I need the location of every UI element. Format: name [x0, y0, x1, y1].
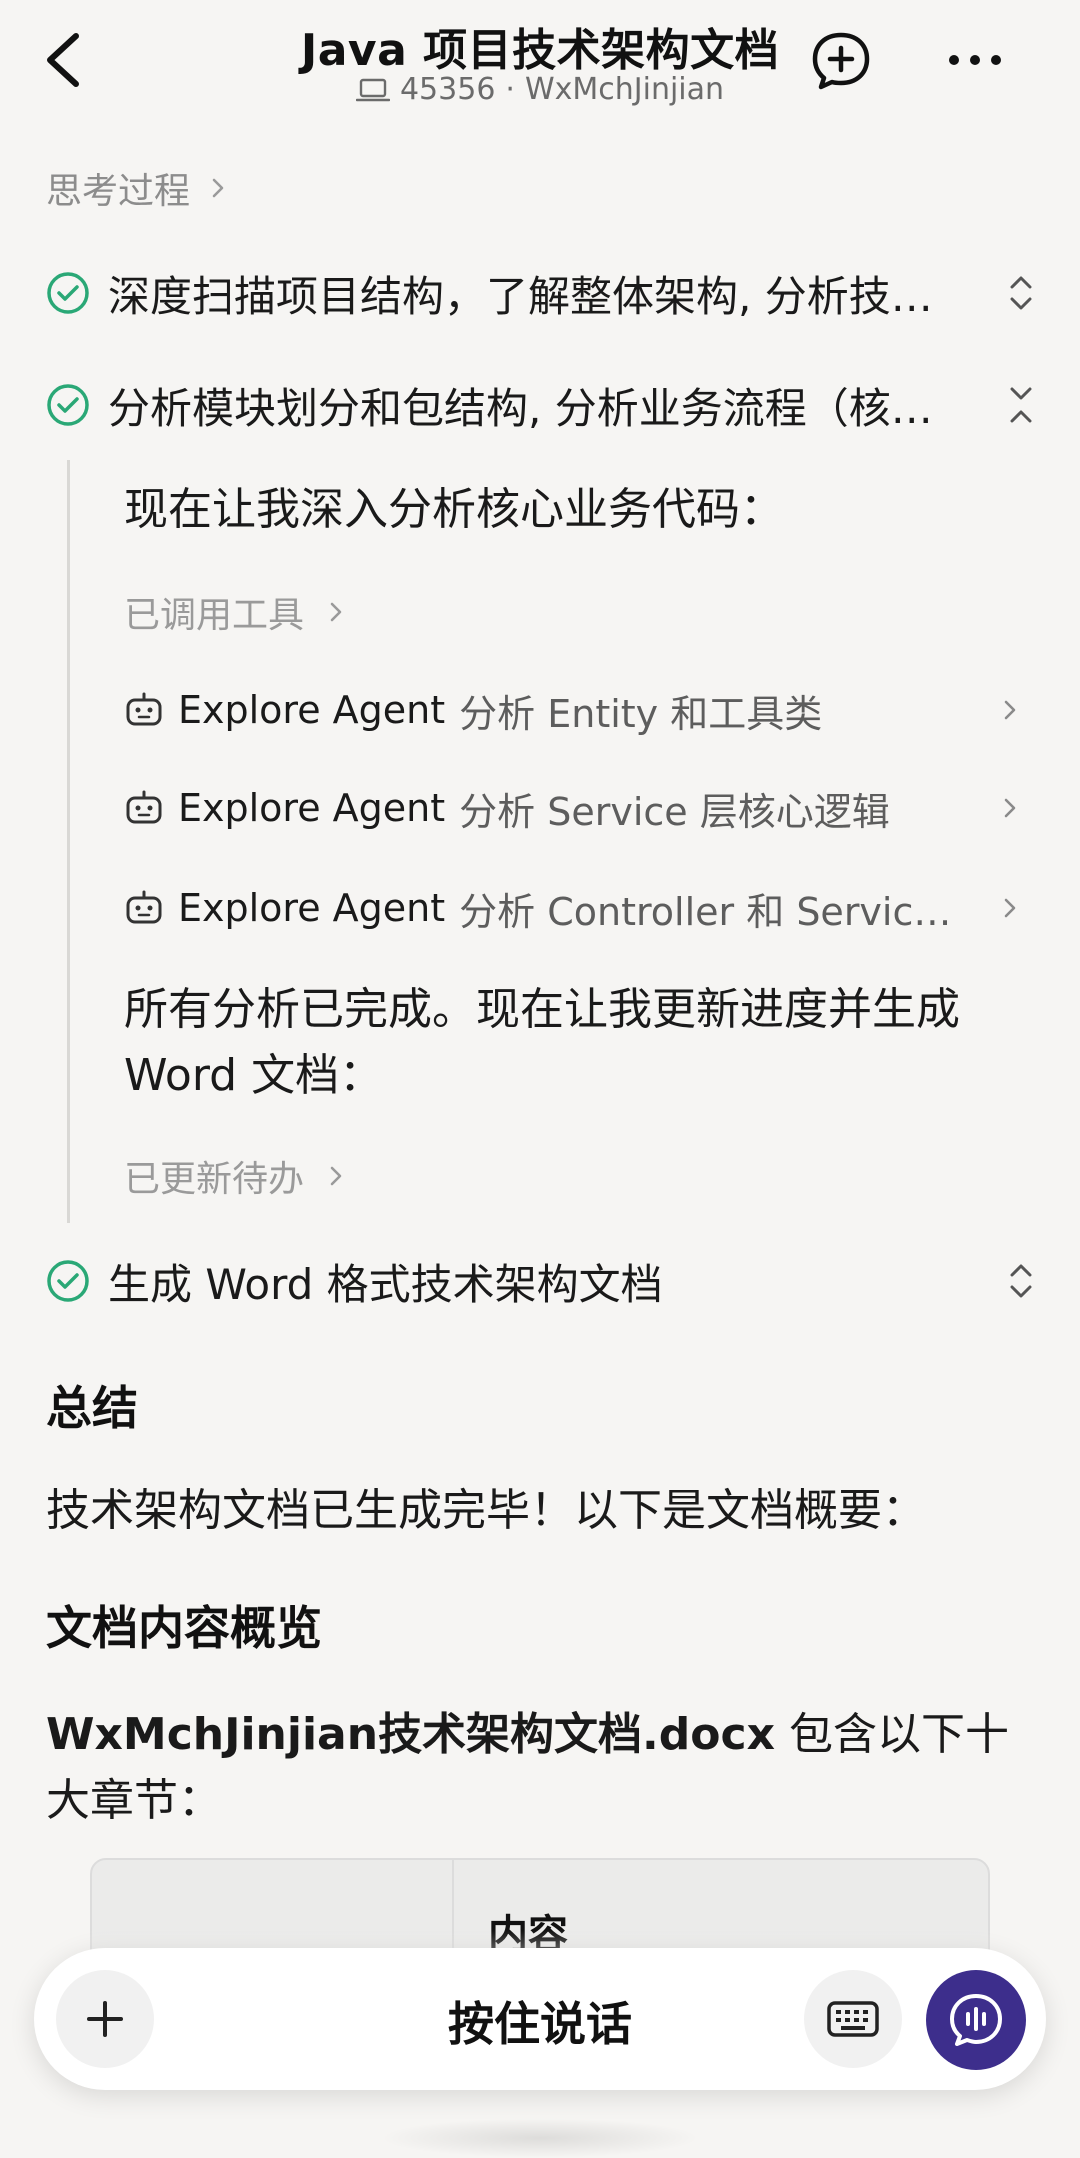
todo-updated-label: 已更新待办 [124, 1159, 305, 1200]
robot-icon [126, 790, 162, 824]
step-item[interactable]: 分析模块划分和包结构, 分析业务流程（核心代码） [46, 370, 1036, 440]
expand-icon[interactable] [1006, 271, 1036, 315]
keyboard-icon [827, 2001, 879, 2037]
chevron-right-icon [330, 602, 342, 622]
analysis-done-line-2: Word 文档： [124, 1050, 384, 1101]
check-circle-icon [47, 272, 89, 314]
timeline-rail [67, 460, 70, 1223]
keyboard-button[interactable] [804, 1970, 902, 2068]
todo-updated-link[interactable]: 已更新待办 [124, 1150, 344, 1202]
agent-task: 分析 Controller 和 Service 接口映射 [459, 889, 959, 934]
step-label: 生成 Word 格式技术架构文档 [108, 1259, 663, 1309]
chevron-right-icon [1004, 798, 1016, 818]
file-desc-1: 包含以下十 [774, 1709, 1009, 1760]
tools-called-label: 已调用工具 [124, 595, 305, 636]
file-description: WxMchJinjian技术架构文档.docx 包含以下十 [46, 1702, 1036, 1768]
step-label: 深度扫描项目结构，了解整体架构, 分析技术栈和依赖 [108, 271, 968, 321]
step-item[interactable]: 生成 Word 格式技术架构文档 [46, 1246, 1036, 1316]
analysis-intro: 现在让我深入分析核心业务代码： [124, 484, 784, 535]
agent-task: 分析 Service 层核心逻辑 [459, 789, 890, 834]
analysis-done-line-1: 所有分析已完成。现在让我更新进度并生成 [124, 984, 960, 1035]
collapse-icon[interactable] [1006, 383, 1036, 427]
agent-name: Explore Agent [178, 886, 446, 930]
session-info: 45356 · WxMchJinjian [0, 72, 1080, 107]
file-description-cont: 大章节： [46, 1775, 222, 1826]
check-circle-icon [47, 1260, 89, 1302]
agent-name: Explore Agent [178, 688, 446, 732]
summary-text: 技术架构文档已生成完毕！以下是文档概要： [46, 1485, 926, 1536]
laptop-icon [355, 78, 390, 101]
repo-name: WxMchJinjian [524, 72, 725, 107]
overview-heading: 文档内容概览 [46, 1601, 322, 1655]
hold-to-talk-button[interactable]: 按住说话 [0, 1988, 1080, 2054]
more-dots-icon[interactable] [945, 40, 1005, 80]
home-indicator-shadow [380, 2118, 700, 2158]
agent-item[interactable]: Explore Agent 分析 Entity 和工具类 [124, 680, 1024, 740]
robot-icon [126, 692, 162, 726]
session-id: 45356 [399, 72, 496, 107]
agent-task: 分析 Entity 和工具类 [459, 691, 823, 736]
check-circle-icon [47, 384, 89, 426]
thinking-process-link[interactable]: 思考过程 [46, 162, 226, 214]
agent-item[interactable]: Explore Agent 分析 Service 层核心逻辑 [124, 778, 1024, 838]
file-name: WxMchJinjian技术架构文档.docx [46, 1709, 775, 1760]
voice-chat-icon [950, 1994, 1002, 2046]
chevron-right-icon [1004, 700, 1016, 720]
page-title: Java 项目技术架构文档 [300, 25, 780, 76]
step-item[interactable]: 深度扫描项目结构，了解整体架构, 分析技术栈和依赖 [46, 258, 1036, 328]
robot-icon [126, 890, 162, 924]
chevron-right-icon [1004, 898, 1016, 918]
step-label: 分析模块划分和包结构, 分析业务流程（核心代码） [108, 383, 968, 433]
thinking-process-label: 思考过程 [46, 171, 191, 212]
agent-name: Explore Agent [178, 786, 446, 830]
chevron-right-icon [330, 1166, 342, 1186]
expand-icon[interactable] [1006, 1259, 1036, 1303]
separator: · [505, 72, 515, 107]
new-chat-plus-icon[interactable] [810, 30, 872, 92]
chevron-right-icon [212, 178, 224, 198]
tools-called-link[interactable]: 已调用工具 [124, 586, 344, 638]
agent-item[interactable]: Explore Agent 分析 Controller 和 Service 接口… [124, 878, 1024, 938]
summary-heading: 总结 [46, 1381, 138, 1435]
voice-chat-button[interactable] [926, 1970, 1026, 2070]
